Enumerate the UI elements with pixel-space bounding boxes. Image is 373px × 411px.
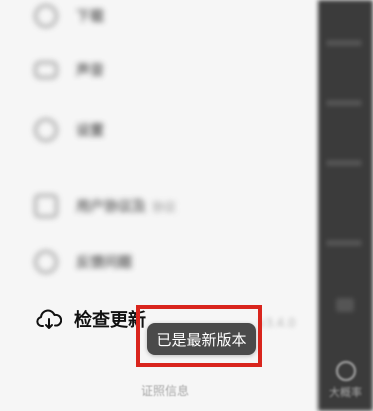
strip-line [326, 160, 362, 166]
download-icon [34, 4, 58, 28]
menu-item-label: 下载 [76, 9, 104, 25]
strip-line [326, 40, 362, 46]
settings-icon [34, 118, 58, 142]
tab-icon [335, 361, 356, 381]
bottom-tab[interactable]: 大概率 [318, 350, 373, 411]
agreement-label: 用户协议及 [76, 199, 146, 215]
menu-item-agreement[interactable]: 用户协议及 协议 [34, 194, 176, 218]
agreement-sub: 协议 [152, 200, 177, 214]
cloud-refresh-icon [36, 308, 62, 330]
strip-line [326, 240, 362, 246]
menu-item-download[interactable]: 下载 [34, 4, 104, 28]
strip-line [326, 100, 362, 106]
menu-item-label: 声音 [76, 63, 104, 79]
feedback-icon [34, 250, 58, 274]
agreement-icon [34, 194, 58, 218]
menu-item-label: 用户协议及 协议 [76, 196, 176, 216]
license-info-link[interactable]: 证照信息 [0, 382, 330, 399]
version-text: v3.4.0 [258, 316, 296, 330]
menu-item-feedback[interactable]: 反馈问题 [34, 250, 132, 274]
sound-icon [34, 61, 58, 79]
menu-item-settings[interactable]: 设置 [34, 118, 104, 142]
menu-item-label: 设置 [76, 123, 104, 139]
check-update-item[interactable]: 检查更新 [36, 306, 146, 332]
tab-label: 大概率 [329, 386, 362, 399]
menu-item-label: 反馈问题 [76, 255, 132, 271]
strip-button [336, 298, 354, 312]
toast-message: 已是最新版本 [147, 323, 256, 355]
menu-item-sound[interactable]: 声音 [34, 60, 104, 80]
